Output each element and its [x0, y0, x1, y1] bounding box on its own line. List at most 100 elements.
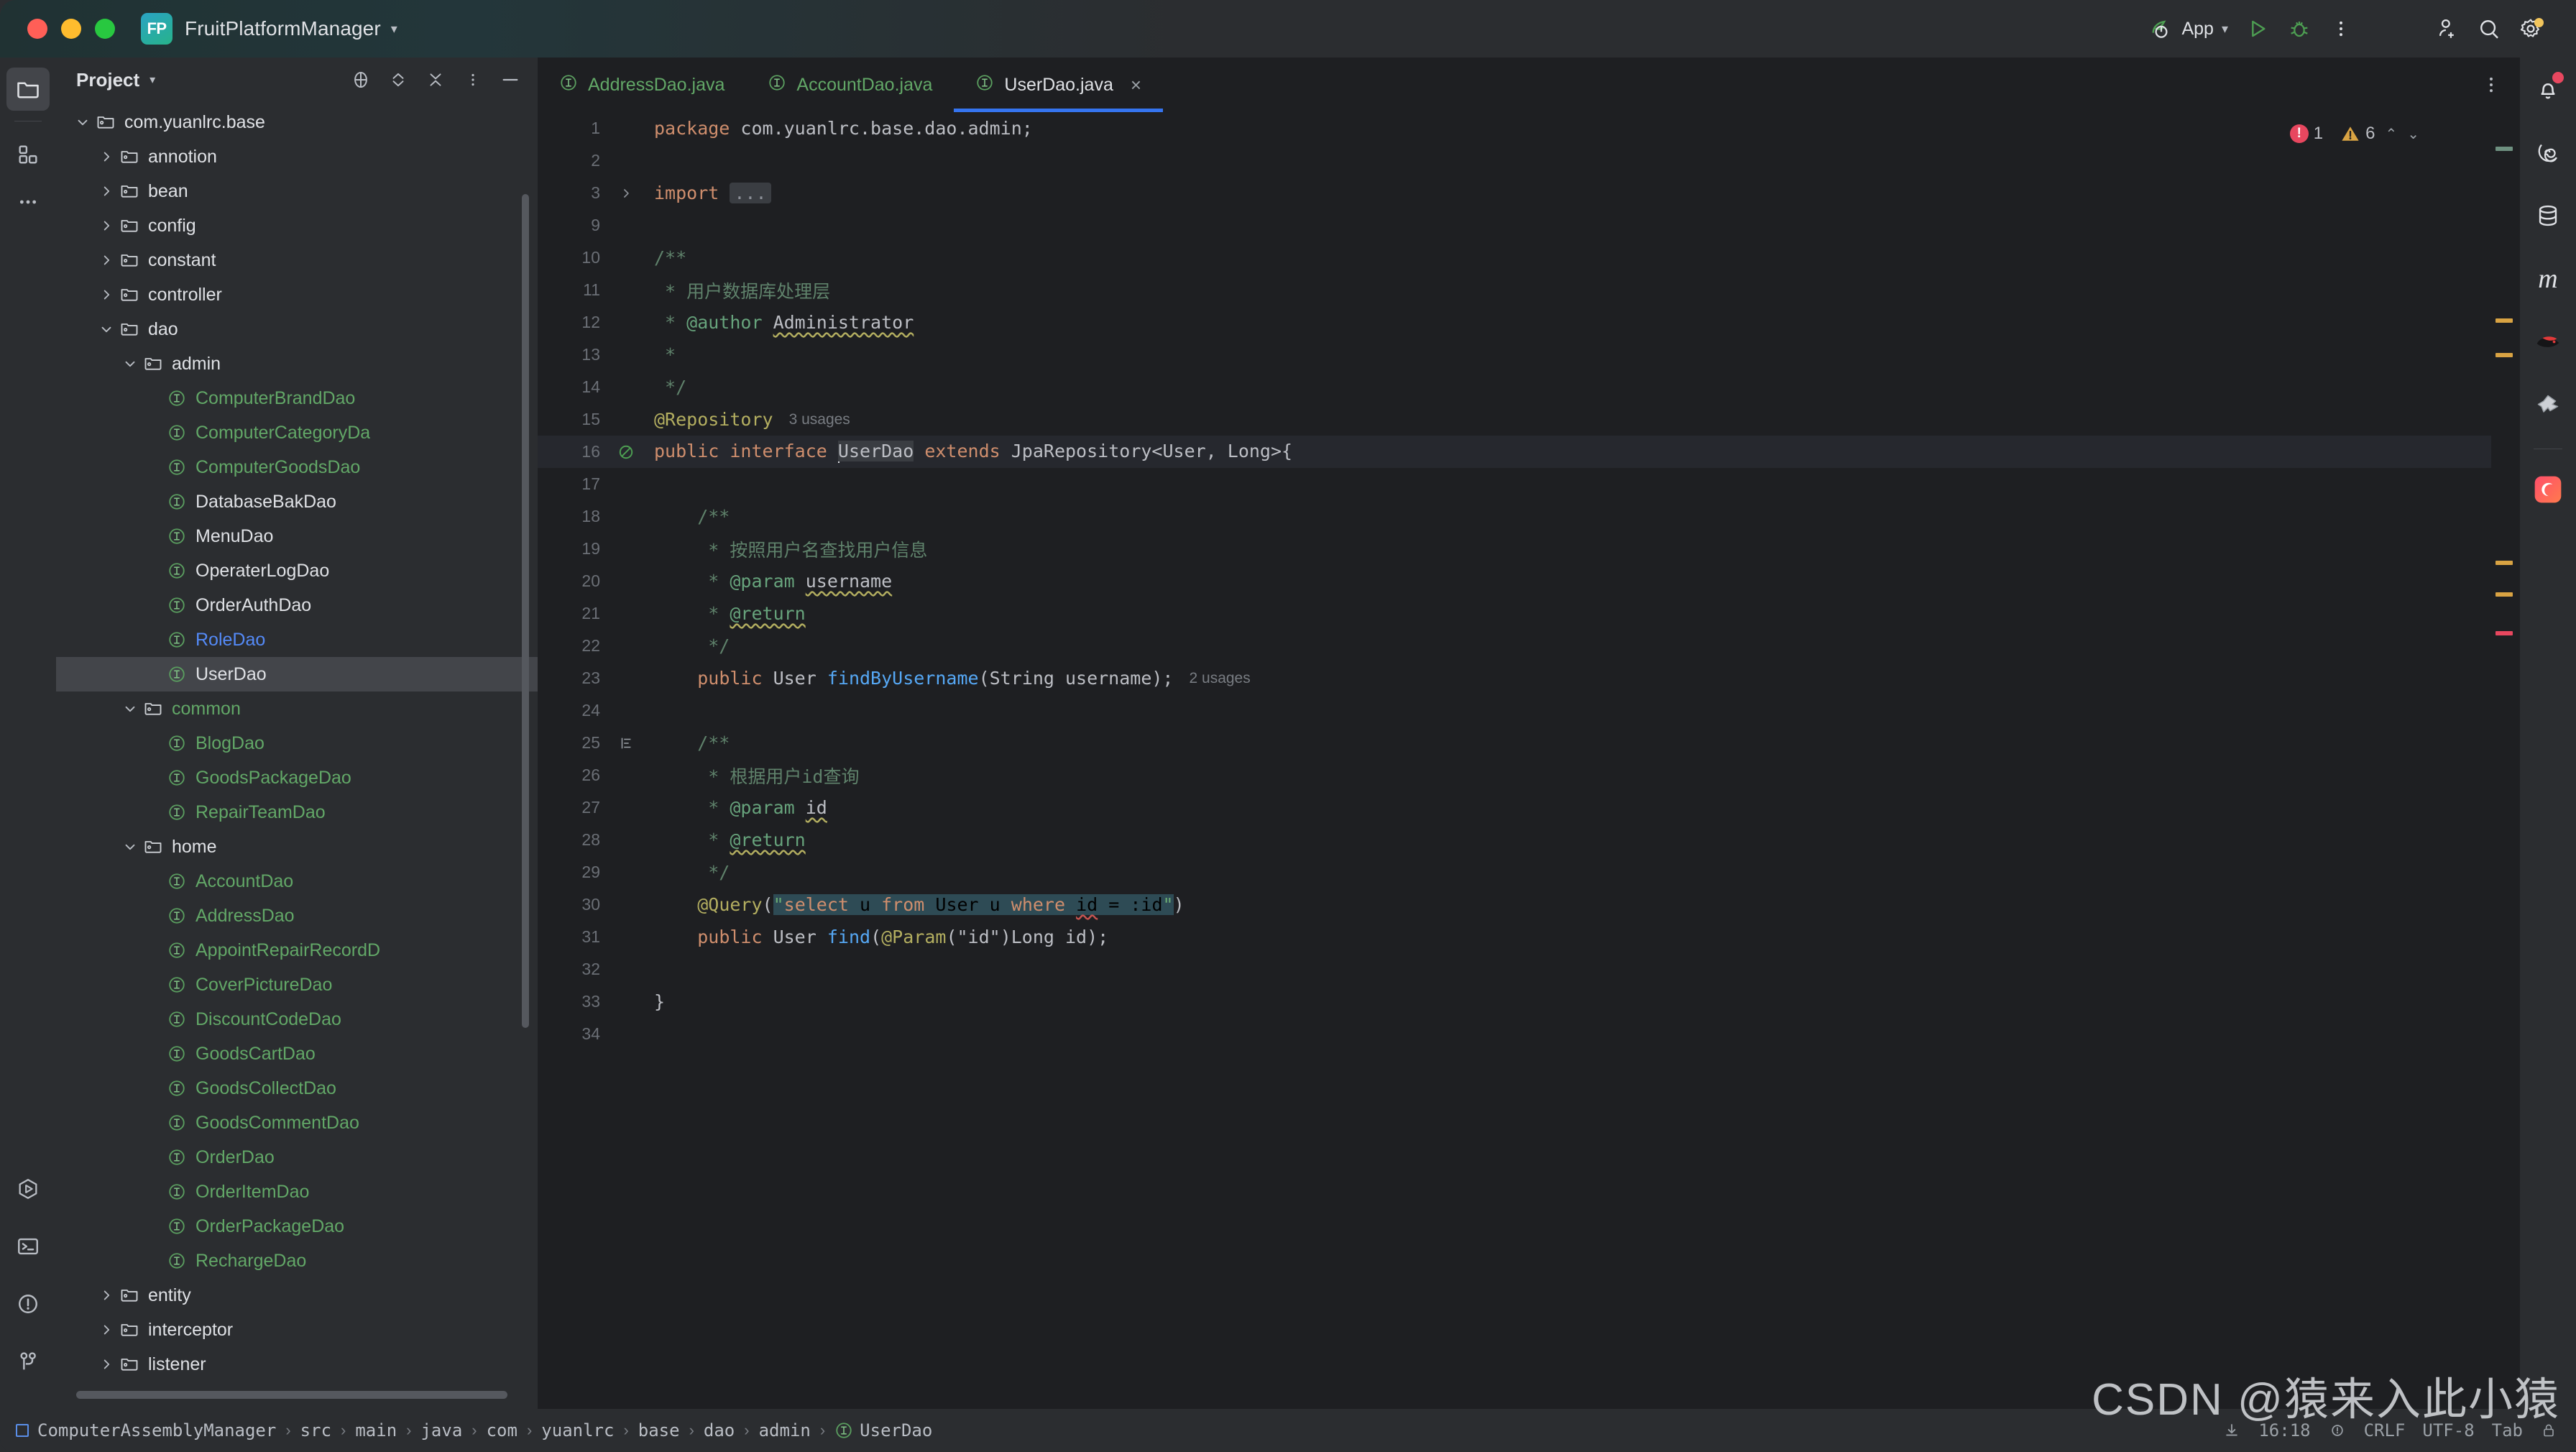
- code-line[interactable]: 13 *: [538, 339, 2491, 371]
- breadcrumb-item[interactable]: base: [638, 1420, 680, 1440]
- line-number[interactable]: 2: [538, 151, 606, 170]
- debug-button[interactable]: [2278, 8, 2320, 50]
- line-number[interactable]: 20: [538, 571, 606, 591]
- breadcrumb-item[interactable]: java: [420, 1420, 462, 1440]
- code-line[interactable]: 3 import ...: [538, 177, 2491, 209]
- tree-twisty[interactable]: [119, 701, 141, 717]
- chevron-down-icon[interactable]: ▾: [150, 73, 155, 87]
- tree-twisty[interactable]: [96, 1322, 117, 1338]
- line-number[interactable]: 22: [538, 636, 606, 656]
- tree-node-dao[interactable]: dao: [56, 312, 538, 346]
- tree-twisty[interactable]: [119, 839, 141, 855]
- chevron-right-icon[interactable]: [98, 287, 114, 303]
- code-editor[interactable]: ! 1 6 ⌃ ⌄ 1 package com.yuanlrc.base.dao…: [538, 112, 2491, 1409]
- code-line[interactable]: 31 public User find(@Param("id")Long id)…: [538, 921, 2491, 953]
- expand-collapse-button[interactable]: [381, 63, 415, 97]
- sidebar-item-version-control[interactable]: [6, 1340, 50, 1383]
- code-line[interactable]: 12 * @author Administrator: [538, 306, 2491, 339]
- breadcrumb-item[interactable]: main: [355, 1420, 397, 1440]
- line-number[interactable]: 12: [538, 313, 606, 332]
- marker-warning[interactable]: [2496, 318, 2513, 323]
- tree-node-annotion[interactable]: annotion: [56, 139, 538, 174]
- chevron-right-icon[interactable]: [98, 1356, 114, 1372]
- tree-node-appointrepairrecordd[interactable]: AppointRepairRecordD: [56, 933, 538, 968]
- sidebar-item-notifications[interactable]: [2526, 68, 2570, 111]
- chevron-down-icon[interactable]: [122, 839, 138, 855]
- sidebar-item-terminal[interactable]: [6, 1225, 50, 1268]
- line-number[interactable]: 25: [538, 733, 606, 753]
- tree-node-roledao[interactable]: RoleDao: [56, 622, 538, 657]
- tree-node-computerbranddao[interactable]: ComputerBrandDao: [56, 381, 538, 415]
- line-number[interactable]: 14: [538, 377, 606, 397]
- lock-icon[interactable]: [2540, 1421, 2557, 1440]
- tree-node-common[interactable]: common: [56, 691, 538, 726]
- code-line[interactable]: 29 */: [538, 856, 2491, 888]
- status-indent[interactable]: Tab: [2492, 1420, 2523, 1440]
- line-number[interactable]: 13: [538, 345, 606, 364]
- tree-node-orderdao[interactable]: OrderDao: [56, 1140, 538, 1175]
- tree-node-repairteamdao[interactable]: RepairTeamDao: [56, 795, 538, 830]
- close-window-button[interactable]: [27, 19, 47, 39]
- chevron-right-icon[interactable]: [98, 218, 114, 234]
- sidebar-item-structure[interactable]: [6, 133, 50, 176]
- breadcrumb-item[interactable]: yuanlrc: [541, 1420, 614, 1440]
- marker-warning[interactable]: [2496, 353, 2513, 357]
- sidebar-item-project[interactable]: [6, 68, 50, 111]
- status-line-separator[interactable]: CRLF: [2364, 1420, 2406, 1440]
- tree-node-coverpicturedao[interactable]: CoverPictureDao: [56, 968, 538, 1002]
- tree-node-blogdao[interactable]: BlogDao: [56, 726, 538, 761]
- tree-node-accountdao[interactable]: AccountDao: [56, 864, 538, 899]
- marker-info[interactable]: [2496, 147, 2513, 151]
- tree-node-goodspackagedao[interactable]: GoodsPackageDao: [56, 761, 538, 795]
- editor-tab-userdao-java[interactable]: UserDao.java ×: [954, 58, 1164, 112]
- tree-node-interceptor[interactable]: interceptor: [56, 1313, 538, 1347]
- add-user-button[interactable]: [2426, 8, 2468, 50]
- tree-node-menudao[interactable]: MenuDao: [56, 519, 538, 553]
- line-number[interactable]: 23: [538, 668, 606, 688]
- line-number[interactable]: 1: [538, 119, 606, 138]
- code-line[interactable]: 14 */: [538, 371, 2491, 403]
- chevron-right-icon[interactable]: [98, 252, 114, 268]
- code-line[interactable]: 19 * 按照用户名查找用户信息: [538, 533, 2491, 565]
- chevron-down-icon[interactable]: [122, 701, 138, 717]
- code-line[interactable]: 17: [538, 468, 2491, 500]
- tree-node-goodscollectdao[interactable]: GoodsCollectDao: [56, 1071, 538, 1106]
- next-problem-button[interactable]: ⌄: [2407, 125, 2419, 143]
- code-line[interactable]: 18 /**: [538, 500, 2491, 533]
- marker-error[interactable]: [2496, 631, 2513, 635]
- breadcrumb-item[interactable]: admin: [759, 1420, 811, 1440]
- tree-twisty[interactable]: [96, 183, 117, 199]
- tree-node-home[interactable]: home: [56, 830, 538, 864]
- breadcrumb-item[interactable]: dao: [704, 1420, 735, 1440]
- tree-node-listener[interactable]: listener: [56, 1347, 538, 1382]
- code-line[interactable]: 10 /**: [538, 242, 2491, 274]
- code-line[interactable]: 21 * @return: [538, 597, 2491, 630]
- tree-twisty[interactable]: [96, 1287, 117, 1303]
- code-line[interactable]: 2: [538, 144, 2491, 177]
- line-number[interactable]: 33: [538, 992, 606, 1011]
- tree-node-constant[interactable]: constant: [56, 243, 538, 277]
- usage-count-hint[interactable]: 2 usages: [1190, 670, 1251, 687]
- tree-node-orderauthdao[interactable]: OrderAuthDao: [56, 588, 538, 622]
- code-line[interactable]: 33}: [538, 985, 2491, 1018]
- line-number[interactable]: 11: [538, 280, 606, 300]
- marker-warning[interactable]: [2496, 592, 2513, 597]
- breadcrumb-item[interactable]: com: [487, 1420, 518, 1440]
- download-icon[interactable]: [2222, 1421, 2241, 1440]
- collapse-all-button[interactable]: [418, 63, 453, 97]
- settings-button[interactable]: [2510, 8, 2552, 50]
- panel-options-button[interactable]: [456, 63, 490, 97]
- status-encoding[interactable]: UTF-8: [2422, 1420, 2474, 1440]
- line-number[interactable]: 21: [538, 604, 606, 623]
- code-line[interactable]: 1 package com.yuanlrc.base.dao.admin;: [538, 112, 2491, 144]
- code-line[interactable]: 25 /**: [538, 727, 2491, 759]
- tree-node-entity[interactable]: entity: [56, 1278, 538, 1313]
- line-number[interactable]: 16: [538, 442, 606, 461]
- chevron-down-icon[interactable]: [98, 321, 114, 337]
- hide-panel-button[interactable]: [493, 63, 528, 97]
- tree-node-controller[interactable]: controller: [56, 277, 538, 312]
- run-button[interactable]: [2237, 8, 2278, 50]
- tree-twisty[interactable]: [96, 1356, 117, 1372]
- code-line[interactable]: 16 public interface UserDao extends JpaRe…: [538, 436, 2491, 468]
- close-tab-icon[interactable]: ×: [1131, 74, 1141, 96]
